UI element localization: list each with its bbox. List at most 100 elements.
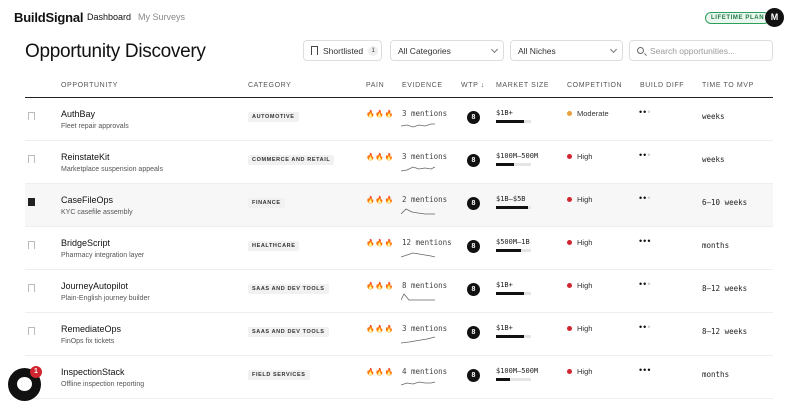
pain-rating: 🔥🔥🔥 — [366, 325, 394, 333]
plan-badge: LIFETIME PLAN — [705, 12, 771, 24]
pain-rating: 🔥🔥🔥 — [366, 239, 394, 247]
chevron-down-icon — [609, 45, 618, 54]
flame-icon: 🔥 — [366, 283, 376, 290]
pain-rating: 🔥🔥🔥 — [366, 196, 394, 204]
opportunity-desc: Plain-English journey builder — [61, 295, 150, 302]
category-tag: COMMERCE AND RETAIL — [248, 155, 335, 165]
col-build-diff[interactable]: BUILD DIFF — [640, 82, 684, 89]
col-market-size[interactable]: MARKET SIZE — [496, 82, 549, 89]
opportunity-name[interactable]: InspectionStack — [61, 367, 125, 377]
table-row[interactable]: JourneyAutopilot Plain-English journey bu… — [25, 270, 773, 313]
build-difficulty: ••• — [639, 193, 651, 203]
col-opportunity[interactable]: OPPORTUNITY — [61, 82, 118, 89]
shortlisted-label: Shortlisted — [323, 45, 364, 56]
bookmark-icon[interactable] — [28, 241, 35, 249]
top-nav: BuildSignal Dashboard My Surveys LIFETIM… — [0, 0, 800, 34]
table-row[interactable]: AuthBay Fleet repair approvals AUTOMOTIVE 🔥… — [25, 98, 773, 141]
table-row[interactable]: RemediateOps FinOps fix tickets SAAS AND D… — [25, 313, 773, 356]
table-row[interactable]: ReinstateKit Marketplace suspension appea… — [25, 141, 773, 184]
competition-label: High — [577, 281, 593, 290]
nav-my-surveys[interactable]: My Surveys — [138, 12, 185, 22]
flame-icon: 🔥 — [384, 283, 394, 290]
bookmark-icon[interactable] — [28, 155, 35, 163]
status-dot-icon — [567, 197, 572, 202]
market-size: $1B–$5B — [496, 195, 526, 203]
pain-rating: 🔥🔥🔥 — [366, 153, 394, 161]
build-difficulty: ••• — [639, 365, 651, 375]
category-tag: SAAS AND DEV TOOLS — [248, 284, 329, 294]
time-to-mvp: weeks — [702, 155, 725, 164]
search-input[interactable]: Search opportunities... — [629, 40, 773, 61]
competition-label: High — [577, 238, 593, 247]
shortlisted-filter-button[interactable]: Shortlisted 1 — [303, 40, 382, 61]
col-time-to-mvp[interactable]: TIME TO MVP — [702, 82, 754, 89]
search-placeholder: Search opportunities... — [650, 45, 736, 56]
opportunity-name[interactable]: JourneyAutopilot — [61, 281, 128, 291]
competition-level: High — [567, 238, 592, 247]
competition-label: High — [577, 367, 593, 376]
market-size-bar — [496, 120, 531, 123]
opportunity-name[interactable]: RemediateOps — [61, 324, 121, 334]
category-select[interactable]: All Categories — [390, 40, 504, 61]
diff-dot: • — [647, 236, 652, 246]
diff-dot: • — [647, 279, 652, 289]
chevron-down-icon — [490, 45, 499, 54]
market-size-bar — [496, 292, 531, 295]
category-tag: SAAS AND DEV TOOLS — [248, 327, 329, 337]
category-tag: HEALTHCARE — [248, 241, 300, 251]
table-header: OPPORTUNITY CATEGORY PAIN EVIDENCE WTP ↓… — [25, 78, 773, 98]
opportunity-name[interactable]: CaseFileOps — [61, 195, 113, 205]
diff-dot: • — [647, 193, 652, 203]
flame-icon: 🔥 — [366, 240, 376, 247]
chat-widget-button[interactable]: 1 — [8, 366, 42, 401]
bookmark-icon[interactable] — [28, 327, 35, 335]
evidence-sparkline — [401, 336, 436, 344]
table-row[interactable]: CaseFileOps KYC casefile assembly FINANCE 🔥… — [25, 184, 773, 227]
opportunity-name[interactable]: AuthBay — [61, 109, 95, 119]
diff-dot: • — [647, 150, 652, 160]
col-competition[interactable]: COMPETITION — [567, 82, 622, 89]
col-category[interactable]: CATEGORY — [248, 82, 291, 89]
wtp-score: 8 — [467, 369, 480, 382]
col-wtp[interactable]: WTP ↓ — [461, 82, 485, 89]
opportunity-name[interactable]: ReinstateKit — [61, 152, 110, 162]
competition-label: High — [577, 324, 593, 333]
opportunity-name[interactable]: BridgeScript — [61, 238, 110, 248]
evidence-sparkline — [401, 166, 436, 172]
competition-level: High — [567, 367, 592, 376]
page-title: Opportunity Discovery — [25, 41, 206, 62]
wtp-score: 8 — [467, 154, 480, 167]
table-row[interactable]: InspectionStack Offline inspection report… — [25, 356, 773, 399]
category-select-value: All Categories — [398, 45, 451, 56]
competition-level: High — [567, 281, 592, 290]
competition-label: High — [577, 152, 593, 161]
evidence-sparkline — [401, 123, 435, 128]
opportunity-desc: Marketplace suspension appeals — [61, 166, 163, 173]
time-to-mvp: 8–12 weeks — [702, 284, 748, 293]
category-tag: FINANCE — [248, 198, 285, 208]
bookmark-icon[interactable] — [28, 198, 35, 206]
competition-label: Moderate — [577, 109, 609, 118]
market-size: $1B+ — [496, 281, 513, 289]
col-evidence[interactable]: EVIDENCE — [402, 82, 443, 89]
opportunity-desc: FinOps fix tickets — [61, 338, 115, 345]
market-size-bar — [496, 335, 531, 338]
bookmark-icon[interactable] — [28, 284, 35, 292]
market-size: $100M–500M — [496, 152, 539, 160]
status-dot-icon — [567, 154, 572, 159]
flame-icon: 🔥 — [366, 111, 376, 118]
table-row[interactable]: BridgeScript Pharmacy integration layer HE… — [25, 227, 773, 270]
market-size-bar — [496, 378, 531, 381]
competition-label: High — [577, 195, 593, 204]
col-pain[interactable]: PAIN — [366, 82, 384, 89]
niche-select[interactable]: All Niches — [510, 40, 623, 61]
time-to-mvp: months — [702, 241, 730, 250]
time-to-mvp: 6–10 weeks — [702, 198, 748, 207]
avatar[interactable]: M — [765, 8, 784, 27]
wtp-score: 8 — [467, 326, 480, 339]
market-size: $1B+ — [496, 324, 513, 332]
evidence-mentions: 4 mentions — [402, 367, 448, 376]
bookmark-icon[interactable] — [28, 112, 35, 120]
nav-dashboard[interactable]: Dashboard — [87, 12, 131, 22]
brand-logo[interactable]: BuildSignal — [14, 10, 84, 25]
